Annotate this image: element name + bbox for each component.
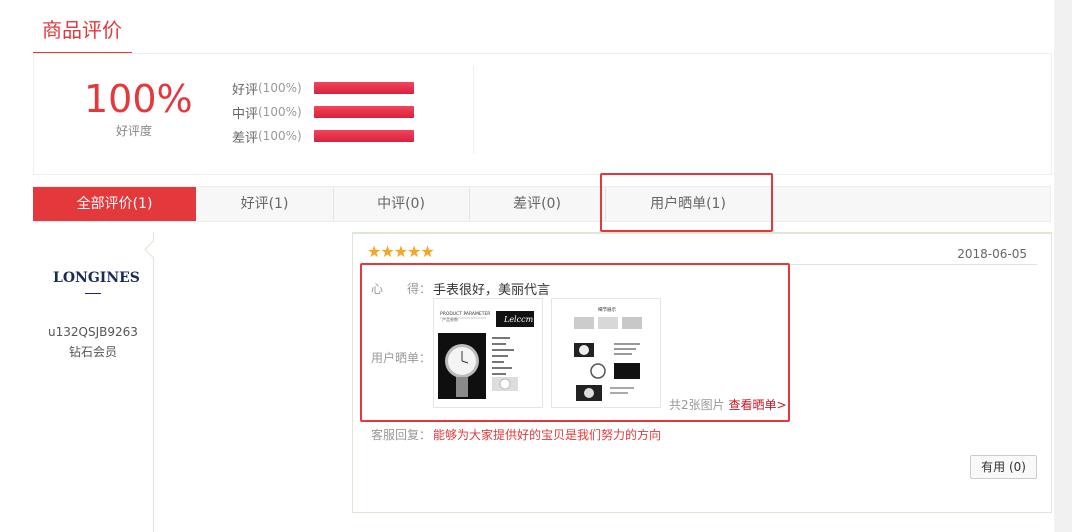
reviewer-avatar-logo: LONGINES [53,270,140,286]
breakdown-name: 差评 [232,130,259,146]
highlight-box-review [360,263,790,422]
breakdown-percent: (100%) [258,105,302,119]
rating-summary: 100% 好评度 好评 (100%) 中评 (100%) 差评 (100%) [33,53,1052,175]
reviewer-info: LONGINES u132QSJB9263 钻石会员 [33,232,154,532]
star-rating-icon: ★★★★★ [367,242,435,261]
good-rate-value: 100% [84,77,193,121]
breakdown-row-good: 好评 (100%) [232,76,414,100]
section-title: 商品评价 [42,18,122,42]
summary-divider [473,66,474,154]
breakdown-row-medium: 中评 (100%) [232,100,414,124]
good-rate-label: 好评度 [115,124,152,138]
breakdown-name: 中评 [232,106,259,122]
highlight-box-tab [600,173,773,232]
useful-button[interactable]: 有用 (0) [970,455,1037,479]
page-scrollbar[interactable] [1054,0,1072,532]
review-filter-tabs: 全部评价(1) 好评(1) 中评(0) 差评(0) 用户晒单(1) [33,186,1051,222]
section-title-tab: 商品评价 [33,0,132,54]
tab-bad[interactable]: 差评(0) [469,187,606,221]
service-reply: 能够为大家提供好的宝贝是我们努力的方向 [433,428,662,442]
breakdown-bar [314,82,414,94]
reply-label: 客服回复： [371,428,432,442]
logo-emblem-icon [85,287,101,294]
rating-breakdown: 好评 (100%) 中评 (100%) 差评 (100%) [232,76,414,148]
tab-good[interactable]: 好评(1) [196,187,334,221]
breakdown-row-bad: 差评 (100%) [232,124,414,148]
breakdown-bar [314,106,414,118]
breakdown-percent: (100%) [258,129,302,143]
breakdown-bar [314,130,414,142]
review-date: 2018-06-05 [957,247,1027,261]
breakdown-name: 好评 [232,82,259,98]
tab-all[interactable]: 全部评价(1) [33,187,196,221]
tab-medium[interactable]: 中评(0) [333,187,470,221]
reviewer-name: u132QSJB9263 [48,325,138,339]
breakdown-percent: (100%) [258,81,302,95]
good-rate: 100% 好评度 [84,77,193,139]
reviewer-level: 钻石会员 [68,345,117,359]
